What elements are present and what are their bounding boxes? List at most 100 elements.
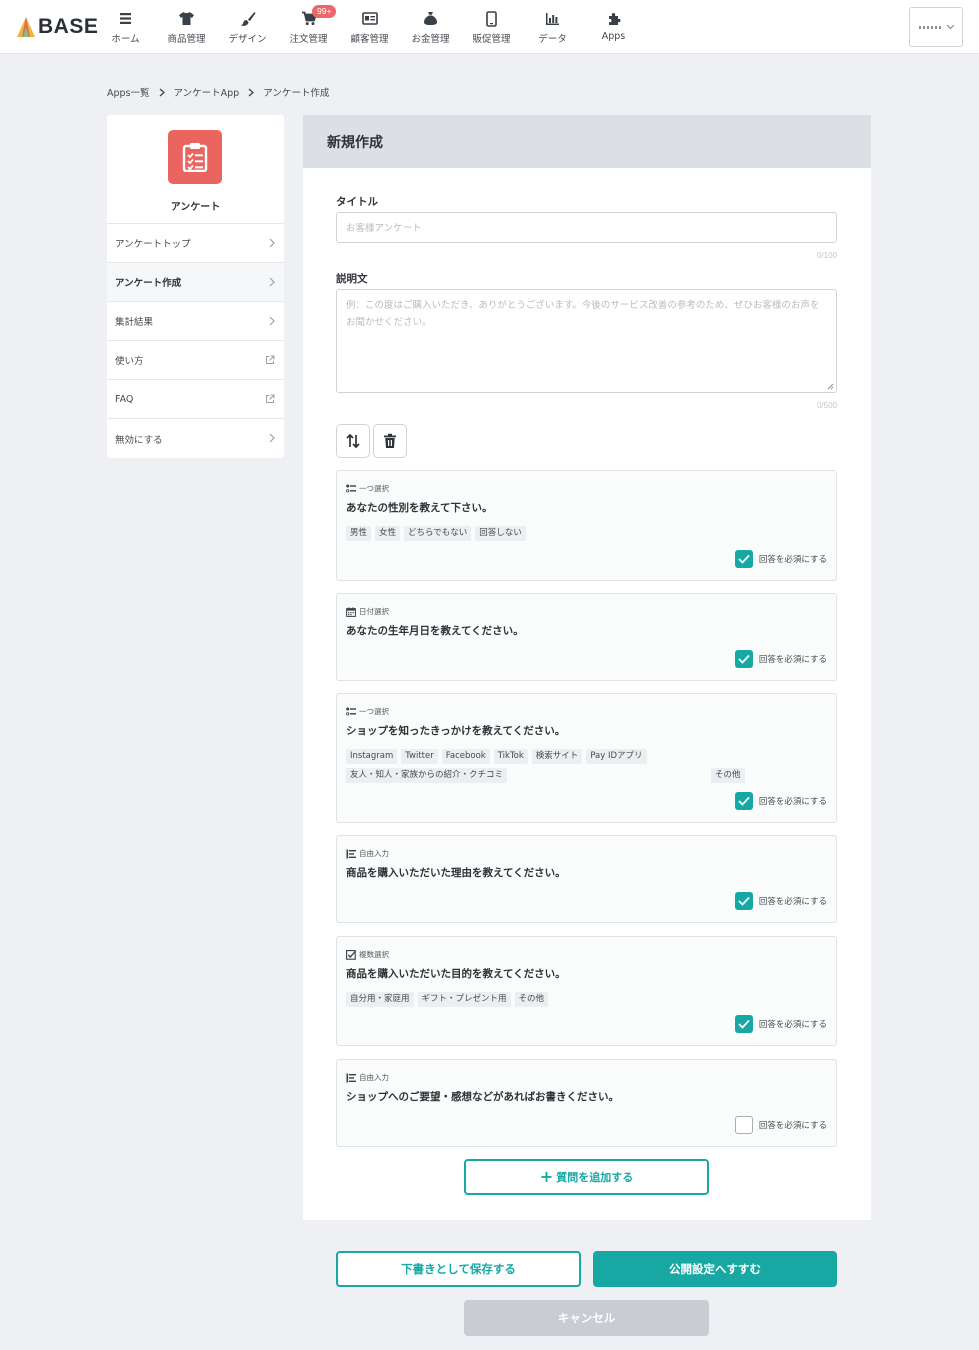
question-text: ショップへのご要望・感想などがあればお書きください。: [346, 1091, 619, 1103]
required-checkbox[interactable]: 回答を必須にする: [734, 1015, 827, 1033]
question-card[interactable]: 一つ選択 ショップを知ったきっかけを教えてください。 Instagram Twi…: [336, 693, 837, 823]
question-type: 自由入力: [346, 848, 389, 859]
smartphone-icon: [486, 10, 497, 27]
survey-form-panel: 新規作成 タイトル お客様アンケート 0/100 説明文 例：この度はご購入いた…: [303, 115, 871, 1220]
nav-apps[interactable]: Apps: [583, 0, 644, 54]
title-label: タイトル: [336, 196, 378, 208]
brush-icon: [240, 11, 255, 26]
breadcrumb-app-link[interactable]: アンケートApp: [174, 85, 240, 99]
breadcrumb-apps-link[interactable]: Apps一覧: [107, 85, 150, 99]
question-card[interactable]: 日付選択 あなたの生年月日を教えてください。 回答を必須にする: [336, 593, 837, 681]
title-char-count: 0/100: [816, 251, 837, 260]
nav-products[interactable]: 商品管理: [156, 0, 217, 54]
question-card[interactable]: 自由入力 ショップへのご要望・感想などがあればお書きください。 回答を必須にする: [336, 1059, 837, 1147]
question-type: 日付選択: [346, 606, 389, 617]
option-chip: 検索サイト: [531, 749, 583, 764]
required-label: 回答を必須にする: [758, 897, 827, 907]
chevron-right-icon: [269, 316, 275, 326]
nav-orders[interactable]: 99+ 注文管理: [278, 0, 339, 54]
chevron-right-icon: [269, 238, 275, 248]
title-input[interactable]: お客様アンケート: [336, 212, 837, 243]
sidebar-item-label: FAQ: [115, 393, 134, 405]
checkbox-checked[interactable]: [734, 892, 753, 910]
nav-design[interactable]: デザイン: [217, 0, 278, 54]
tent-logo-icon: [17, 17, 35, 37]
nav-label: 注文管理: [289, 34, 328, 45]
puzzle-icon: [608, 12, 620, 25]
required-checkbox[interactable]: 回答を必須にする: [734, 792, 827, 810]
description-textarea[interactable]: 例：この度はご購入いただき、ありがとうございます。今後のサービス改善の参考のため…: [336, 289, 837, 393]
delete-button[interactable]: [373, 424, 407, 458]
check-icon: [738, 554, 750, 564]
question-type: 一つ選択: [346, 483, 389, 494]
required-label: 回答を必須にする: [758, 1121, 827, 1131]
calendar-icon: [346, 606, 356, 617]
required-checkbox[interactable]: 回答を必須にする: [734, 892, 827, 910]
breadcrumb-current: アンケート作成: [263, 88, 330, 99]
nav-label: ホーム: [111, 34, 140, 45]
chevron-right-icon: [159, 87, 165, 97]
checkbox-checked[interactable]: [734, 1015, 753, 1033]
required-checkbox[interactable]: 回答を必須にする: [734, 550, 827, 568]
orders-badge: 99+: [312, 5, 337, 18]
reorder-button[interactable]: [336, 424, 370, 458]
question-text: 商品を購入いただいた理由を教えてください。: [346, 867, 566, 879]
checkbox-checked[interactable]: [734, 550, 753, 568]
nav-customers[interactable]: 顧客管理: [339, 0, 400, 54]
required-label: 回答を必須にする: [758, 555, 827, 565]
option-chip: TikTok: [493, 749, 528, 764]
save-draft-button[interactable]: 下書きとして保存する: [336, 1251, 581, 1287]
description-char-count: 0/500: [816, 401, 837, 410]
account-menu-button[interactable]: [909, 7, 963, 47]
option-chip: Pay IDアプリ: [586, 749, 647, 764]
sidebar-item-label: 無効にする: [115, 434, 163, 446]
question-type-label: 日付選択: [359, 607, 389, 616]
nav-label: Apps: [601, 31, 626, 42]
nav-label: 商品管理: [167, 34, 206, 45]
sidebar-item-faq[interactable]: FAQ: [107, 380, 284, 419]
nav-data[interactable]: データ: [522, 0, 583, 54]
question-card[interactable]: 複数選択 商品を購入いただいた目的を教えてください。 自分用・家庭用 ギフト・プ…: [336, 936, 837, 1046]
sidebar-item-survey-top[interactable]: アンケートトップ: [107, 224, 284, 263]
base-logo[interactable]: BASE: [16, 14, 98, 40]
sidebar-item-howto[interactable]: 使い方: [107, 341, 284, 380]
checkbox-unchecked[interactable]: [734, 1116, 753, 1134]
publish-settings-button[interactable]: 公開設定へすすむ: [593, 1251, 837, 1287]
nav-promotion[interactable]: 販促管理: [461, 0, 522, 54]
nav-money[interactable]: お金管理: [400, 0, 461, 54]
question-type: 自由入力: [346, 1072, 389, 1083]
option-chip: ギフト・プレゼント用: [417, 992, 511, 1007]
required-checkbox[interactable]: 回答を必須にする: [734, 650, 827, 668]
required-label: 回答を必須にする: [758, 1020, 827, 1030]
sidebar-item-results[interactable]: 集計結果: [107, 302, 284, 341]
nav-label: データ: [538, 34, 567, 45]
app-name: アンケート: [170, 202, 221, 213]
tshirt-icon: [179, 12, 194, 25]
chevron-down-icon: [946, 24, 955, 30]
sidebar-item-disable[interactable]: 無効にする: [107, 419, 284, 458]
single-choice-icon: [346, 484, 356, 493]
checkbox-checked[interactable]: [734, 792, 753, 810]
app-header: アンケート: [107, 115, 284, 224]
question-type-label: 複数選択: [359, 950, 389, 959]
question-type-label: 一つ選択: [359, 484, 389, 493]
question-type-label: 自由入力: [359, 1073, 389, 1082]
question-card[interactable]: 一つ選択 あなたの性別を教えて下さい。 男性 女性 どちらでもない 回答しない …: [336, 470, 837, 581]
id-card-icon: [361, 12, 378, 25]
description-placeholder: 例：この度はご購入いただき、ありがとうございます。今後のサービス改善の参考のため…: [346, 300, 820, 328]
question-text: あなたの生年月日を教えてください。: [346, 625, 524, 637]
option-chip: 友人・知人・家族からの紹介・クチコミ: [346, 768, 508, 783]
sidebar-item-survey-create[interactable]: アンケート作成: [107, 263, 284, 302]
resize-grip-icon[interactable]: [827, 383, 834, 390]
cancel-button[interactable]: キャンセル: [464, 1300, 709, 1336]
sidebar-item-label: 使い方: [115, 356, 144, 367]
option-chip: その他: [711, 768, 745, 783]
required-checkbox[interactable]: 回答を必須にする: [734, 1116, 827, 1134]
nav-home[interactable]: ホーム: [95, 0, 156, 54]
question-card[interactable]: 自由入力 商品を購入いただいた理由を教えてください。 回答を必須にする: [336, 835, 837, 923]
add-question-button[interactable]: + 質問を追加する: [464, 1159, 709, 1195]
clipboard-checklist-icon: [182, 143, 208, 172]
checkbox-checked[interactable]: [734, 650, 753, 668]
nav-label: お金管理: [411, 34, 450, 45]
question-text: ショップを知ったきっかけを教えてください。: [346, 725, 566, 737]
